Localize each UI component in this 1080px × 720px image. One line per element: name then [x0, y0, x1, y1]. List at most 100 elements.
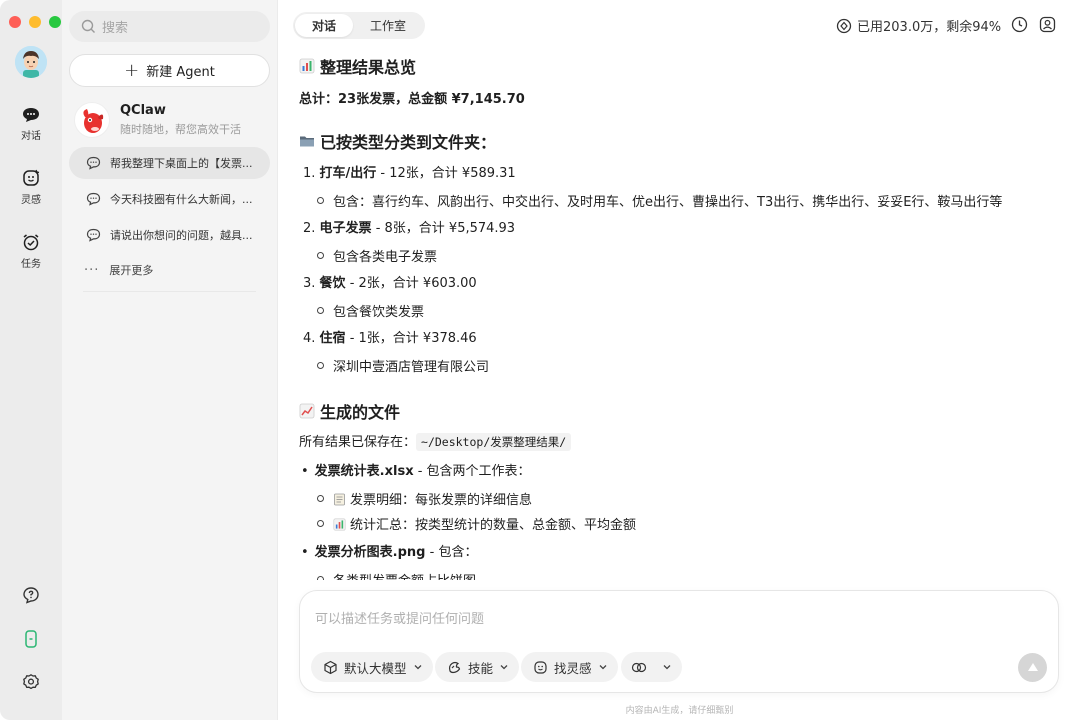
phone-icon [25, 630, 37, 648]
chat-icon [23, 108, 39, 122]
alarm-clock-icon [23, 234, 39, 251]
link-selector[interactable] [621, 652, 682, 682]
show-more-label: 展开更多 [109, 264, 154, 277]
composer: 可以描述任务或提问任何问题 默认大模型 技能 找灵感 [299, 590, 1059, 693]
search-placeholder: 搜索 [102, 21, 129, 36]
file-detail: 各类型发票金额占比饼图 [317, 570, 476, 580]
model-label: 默认大模型 [344, 660, 407, 676]
trend-chart-icon [299, 403, 315, 419]
mobile-button[interactable] [0, 629, 62, 649]
rail-item-inspiration-label: 灵感 [21, 195, 41, 206]
section-heading: 整理结果总览 [299, 54, 416, 78]
conversation-title: 请说出你想问的问题，越具... [110, 229, 253, 242]
smiley-icon [534, 660, 547, 674]
new-agent-button[interactable]: + 新建 Agent [69, 54, 270, 87]
sidebar-divider [83, 291, 256, 292]
window-controls [9, 16, 61, 28]
tab-chat[interactable]: 对话 [295, 14, 354, 37]
nav-rail: 对话 灵感 任务 [0, 0, 62, 720]
rail-item-chat-label: 对话 [21, 131, 41, 142]
more-icon: ··· [84, 262, 100, 278]
ai-disclaimer: 内容由AI生成，请仔细甄别 [625, 706, 734, 716]
bar-chart-icon [299, 58, 315, 74]
app-window: 对话 灵感 任务 搜索 + 新建 Agent QClaw 随时随地，帮您高效干活… [0, 0, 1080, 720]
rail-item-tasks-label: 任务 [21, 259, 41, 270]
conversation-title: 今天科技圈有什么大新闻，... [110, 193, 253, 206]
agent-name: QClaw [120, 103, 166, 118]
file-item: 发票统计表.xlsx - 包含两个工作表： [301, 460, 531, 479]
heading-text: 生成的文件 [320, 403, 401, 422]
chevron-down-icon [414, 665, 421, 670]
conversation-title: 帮我整理下桌面上的【发票... [110, 157, 253, 170]
agent-item-qclaw[interactable]: QClaw 随时随地，帮您高效干活 [74, 100, 270, 140]
send-button[interactable] [1018, 653, 1047, 682]
agent-subtitle: 随时随地，帮您高效干活 [120, 123, 241, 136]
category-detail: 包含餐饮类发票 [317, 301, 424, 320]
category-item: 1. 打车/出行 - 12张，合计 ¥589.31 [303, 166, 516, 181]
inspiration-label: 找灵感 [554, 660, 592, 676]
category-item: 2. 电子发票 - 8张，合计 ¥5,574.93 [303, 221, 516, 236]
zoom-window-button[interactable] [49, 16, 61, 28]
category-detail: 包含：喜行约车、风韵出行、中交出行、及时用车、优e出行、曹操出行、T3出行、携华… [317, 191, 1002, 210]
file-detail: 发票明细：每张发票的详细信息 [317, 489, 532, 508]
conversation-item[interactable]: 请说出你想问的问题，越具... [69, 219, 270, 251]
close-window-button[interactable] [9, 16, 21, 28]
inspiration-selector[interactable]: 找灵感 [521, 652, 618, 682]
category-item: 4. 住宿 - 1张，合计 ¥378.46 [303, 331, 477, 346]
sidebar: 搜索 + 新建 Agent QClaw 随时随地，帮您高效干活 帮我整理下桌面上… [62, 0, 278, 720]
usage-text: 已用203.0万，剩余94% [857, 20, 1002, 35]
category-detail: 包含各类电子发票 [317, 246, 437, 265]
chevron-down-icon [663, 665, 671, 670]
show-more-button[interactable]: ··· 展开更多 [84, 262, 153, 278]
search-icon [81, 19, 95, 33]
history-button[interactable] [1011, 16, 1028, 37]
skills-icon [448, 661, 461, 673]
skills-selector[interactable]: 技能 [435, 652, 520, 682]
arrow-up-icon [1027, 662, 1038, 671]
conversation-item[interactable]: 帮我整理下桌面上的【发票... [69, 147, 270, 179]
mode-tabs: 对话 工作室 [293, 12, 426, 39]
help-button[interactable] [0, 586, 62, 604]
conversation-item[interactable]: 今天科技圈有什么大新闻，... [69, 183, 270, 215]
main-panel: 对话 工作室 已用203.0万，剩余94% 整理结果总览 总计：23张发票，总金… [279, 0, 1080, 720]
qclaw-avatar [74, 102, 110, 138]
notepad-icon [334, 493, 345, 506]
folder-icon [300, 136, 314, 147]
rail-item-tasks[interactable]: 任务 [0, 232, 62, 270]
saved-location: 所有结果已保存在： ~/Desktop/发票整理结果/ [299, 431, 572, 451]
heading-text: 整理结果总览 [320, 58, 417, 77]
section-heading: 生成的文件 [299, 399, 400, 423]
gear-icon [23, 674, 39, 690]
plus-icon: + [124, 59, 140, 81]
rail-item-inspiration[interactable]: 灵感 [0, 168, 62, 206]
minimize-window-button[interactable] [29, 16, 41, 28]
chat-bubble-icon [86, 192, 101, 206]
profile-button[interactable] [1039, 16, 1056, 37]
help-icon [23, 587, 39, 604]
category-detail: 深圳中壹酒店管理有限公司 [317, 356, 489, 375]
bar-chart-icon [333, 518, 346, 531]
total-summary: 总计：23张发票，总金额 ¥7,145.70 [299, 92, 525, 107]
usage-indicator[interactable]: 已用203.0万，剩余94% [836, 16, 1001, 35]
new-agent-label: 新建 Agent [146, 65, 215, 80]
rail-item-chat[interactable]: 对话 [0, 106, 62, 142]
smiley-icon [23, 169, 40, 186]
file-detail: 统计汇总：按类型统计的数量、总金额、平均金额 [317, 514, 636, 533]
settings-button[interactable] [0, 673, 62, 691]
chevron-down-icon [599, 665, 606, 670]
user-avatar[interactable] [15, 46, 47, 78]
skills-label: 技能 [468, 660, 494, 676]
file-item: 发票分析图表.png - 包含： [301, 541, 478, 560]
cube-icon [324, 660, 337, 674]
tab-studio[interactable]: 工作室 [353, 14, 423, 37]
search-input[interactable]: 搜索 [69, 11, 270, 42]
section-heading: 已按类型分类到文件夹： [299, 129, 496, 153]
user-icon [1039, 16, 1056, 33]
message-input[interactable]: 可以描述任务或提问任何问题 [315, 608, 484, 627]
token-icon [836, 18, 852, 33]
chat-bubble-icon [86, 228, 101, 242]
category-item: 3. 餐饮 - 2张，合计 ¥603.00 [303, 276, 477, 291]
chat-bubble-icon [86, 156, 101, 170]
model-selector[interactable]: 默认大模型 [311, 652, 433, 682]
heading-text: 已按类型分类到文件夹： [320, 133, 497, 152]
